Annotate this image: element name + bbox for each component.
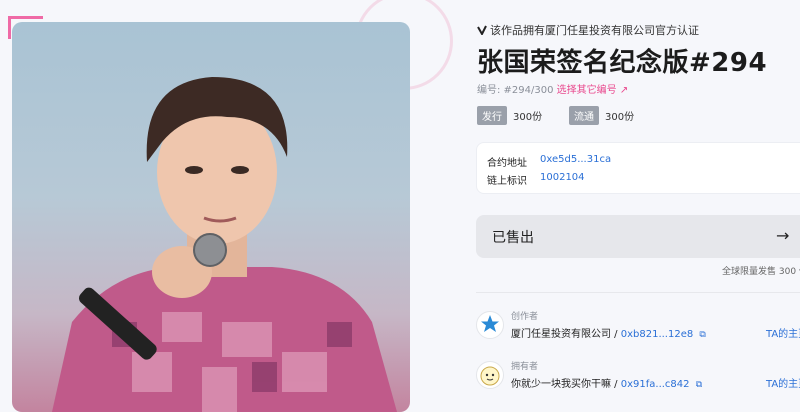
contract-row: 合约地址 0xe5d5...31ca <box>487 154 611 169</box>
star-logo-icon <box>481 315 499 332</box>
copy-icon[interactable]: ⧉ <box>699 330 705 340</box>
chain-id-link[interactable]: 1002104 <box>540 172 585 187</box>
creator-homepage-link[interactable]: TA的主页 <box>766 325 800 340</box>
divider <box>476 292 800 293</box>
owner-avatar[interactable] <box>476 361 504 389</box>
arrow-right-icon: → <box>776 226 790 245</box>
owner-homepage-link[interactable]: TA的主页 <box>766 375 800 390</box>
verified-icon <box>477 25 487 35</box>
limit-note: 全球限量发售 300 份 <box>722 267 800 277</box>
choose-other-serial-label: 选择其它编号 <box>556 85 617 96</box>
owner-name-line: 你就少一块我买你干嘛 / 0x91fa...c842 ⧉ <box>511 379 703 390</box>
creator-name-line: 厦门任星投资有限公司 / 0xb821...12e8 ⧉ <box>511 329 706 340</box>
serial-info: 编号: #294/300 选择其它编号 ↗ <box>477 81 628 96</box>
certification-note: 该作品拥有厦门任星投资有限公司官方认证 <box>477 22 699 38</box>
issued-tag: 发行 <box>477 106 507 125</box>
sold-out-button[interactable]: 已售出 → <box>476 215 800 258</box>
creator-address[interactable]: 0xb821...12e8 <box>621 329 694 340</box>
contract-address-link[interactable]: 0xe5d5...31ca <box>540 154 611 169</box>
chain-id-row: 链上标识 1002104 <box>487 172 585 187</box>
issued-stat: 发行 300份 <box>477 106 542 125</box>
circulation-stat: 流通 300份 <box>569 106 634 125</box>
issued-value: 300份 <box>513 112 543 123</box>
contract-label: 合约地址 <box>487 158 527 169</box>
choose-other-serial-link[interactable]: 选择其它编号 ↗ <box>557 85 629 96</box>
sold-out-label: 已售出 <box>492 229 534 246</box>
circulation-value: 300份 <box>605 112 635 123</box>
circulation-tag: 流通 <box>569 106 599 125</box>
creator-role: 创作者 <box>511 312 539 322</box>
owner-role: 拥有者 <box>511 362 539 372</box>
owner-name: 你就少一块我买你干嘛 <box>511 379 611 390</box>
creator-avatar[interactable] <box>476 311 504 339</box>
owner-address[interactable]: 0x91fa...c842 <box>621 379 690 390</box>
creator-name: 厦门任星投资有限公司 <box>511 329 611 340</box>
serial-number: 编号: #294/300 <box>477 85 554 96</box>
page-title: 张国荣签名纪念版#294 <box>477 48 768 78</box>
chain-id-label: 链上标识 <box>487 176 527 187</box>
certification-text: 该作品拥有厦门任星投资有限公司官方认证 <box>490 24 699 37</box>
cartoon-avatar-icon <box>480 366 500 386</box>
copy-icon[interactable]: ⧉ <box>696 380 702 390</box>
contract-info-card: 合约地址 0xe5d5...31ca 链上标识 1002104 <box>476 142 800 194</box>
artwork-image[interactable] <box>12 22 410 412</box>
